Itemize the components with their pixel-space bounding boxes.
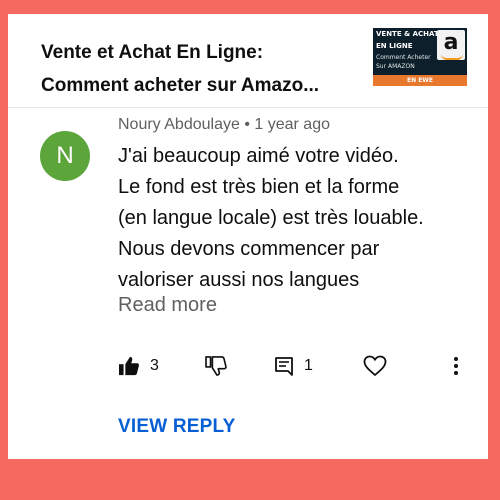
video-title-line-2: Comment acheter sur Amazo... bbox=[41, 75, 320, 96]
meta-separator: • bbox=[244, 116, 250, 133]
heart-button[interactable] bbox=[363, 354, 387, 378]
read-more-link[interactable]: Read more bbox=[118, 294, 217, 317]
thumbs-up-icon bbox=[118, 356, 140, 376]
comment-line-5: valoriser aussi nos langues bbox=[118, 269, 360, 291]
heart-icon bbox=[363, 355, 387, 377]
thumbnail-bar-text: EN EWE bbox=[373, 75, 467, 86]
video-title[interactable]: Vente et Achat En Ligne: Comment acheter… bbox=[41, 36, 361, 102]
dislike-button[interactable] bbox=[205, 354, 227, 378]
reply-comment-icon bbox=[274, 356, 294, 376]
comment-actions: 3 1 bbox=[8, 354, 488, 378]
comment-card: Vente et Achat En Ligne: Comment acheter… bbox=[8, 14, 488, 459]
thumbnail-text-1: VENTE & ACHAT bbox=[376, 30, 439, 38]
comment-meta: Noury Abdoulaye • 1 year ago bbox=[118, 116, 330, 134]
video-title-line-1: Vente et Achat En Ligne: bbox=[41, 42, 264, 63]
video-thumbnail[interactable]: VENTE & ACHAT EN LIGNE Comment Acheter S… bbox=[373, 28, 467, 86]
like-count: 3 bbox=[150, 357, 159, 374]
more-vert-icon bbox=[453, 356, 459, 376]
thumbs-down-icon bbox=[205, 356, 227, 376]
comment-time: 1 year ago bbox=[254, 116, 330, 133]
comment-line-3: (en langue locale) est très louable. bbox=[118, 207, 424, 229]
amazon-smile-icon bbox=[441, 54, 463, 60]
comment-line-1: J'ai beaucoup aimé votre vidéo. bbox=[118, 145, 399, 167]
reply-count: 1 bbox=[304, 357, 313, 374]
more-options-button[interactable] bbox=[453, 354, 459, 378]
comment-text: J'ai beaucoup aimé votre vidéo. Le fond … bbox=[118, 141, 478, 296]
thumbnail-text-3: Comment Acheter bbox=[376, 54, 431, 61]
thumbnail-text-2: EN LIGNE bbox=[376, 42, 413, 50]
author-name[interactable]: Noury Abdoulaye bbox=[118, 116, 240, 133]
like-button[interactable]: 3 bbox=[118, 354, 159, 378]
reply-button[interactable]: 1 bbox=[274, 354, 313, 378]
avatar[interactable]: N bbox=[40, 131, 90, 181]
comment-line-4: Nous devons commencer par bbox=[118, 238, 380, 260]
divider bbox=[8, 107, 488, 108]
comment-line-2: Le fond est très bien et la forme bbox=[118, 176, 400, 198]
view-reply-button[interactable]: VIEW REPLY bbox=[118, 416, 235, 438]
thumbnail-text-4: Sur AMAZON bbox=[376, 63, 415, 70]
